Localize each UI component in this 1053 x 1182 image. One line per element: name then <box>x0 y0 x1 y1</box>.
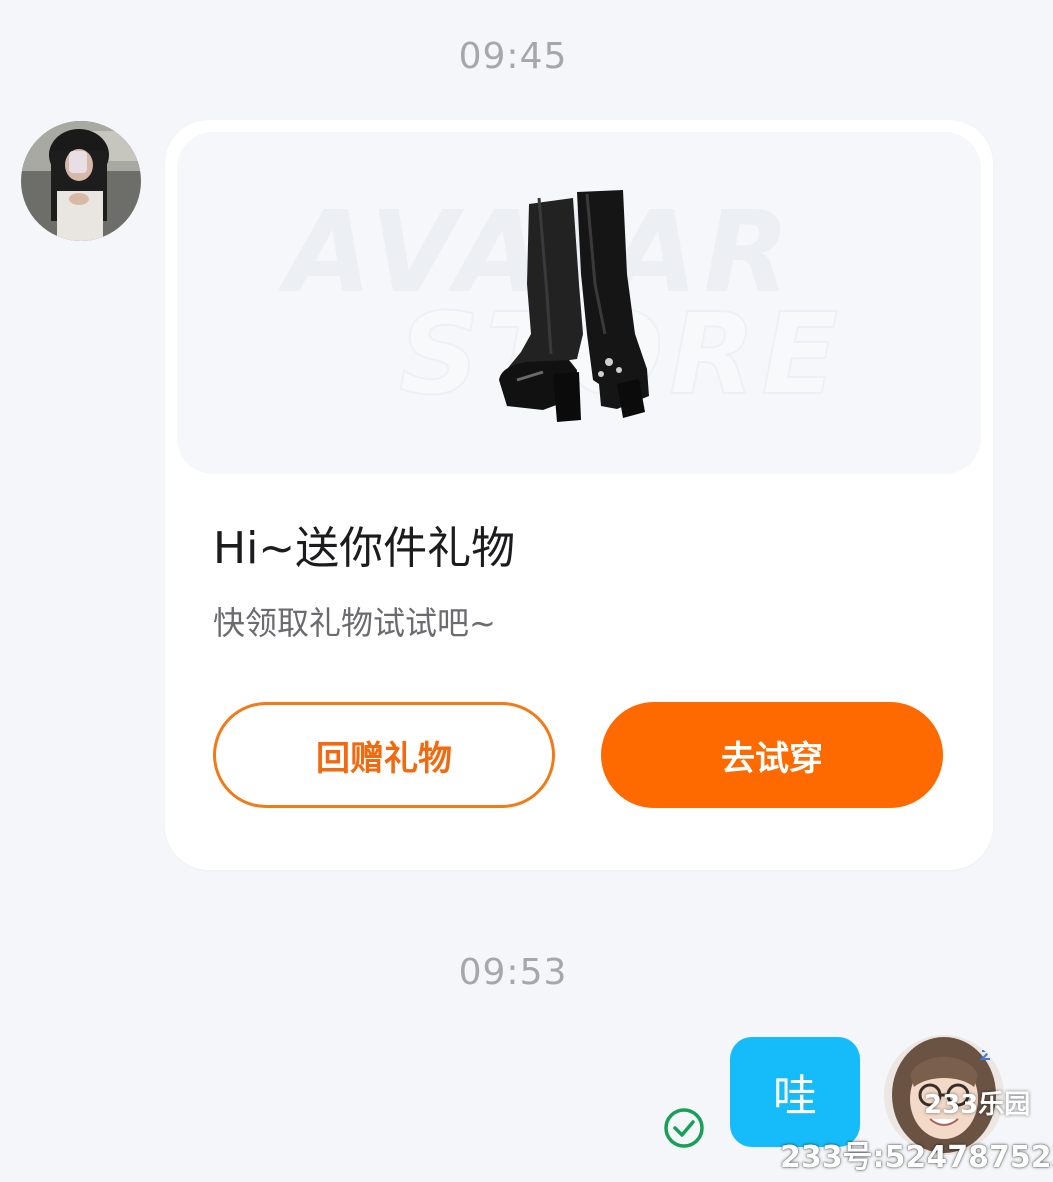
app-watermark-brand: 233乐园 <box>924 1090 1031 1120</box>
gift-title: Hi~送你件礼物 <box>213 523 516 574</box>
reply-message-bubble[interactable]: 哇 <box>730 1037 860 1147</box>
check-circle-icon <box>662 1106 706 1154</box>
app-watermark-id: 233号:524787523 <box>780 1140 1053 1175</box>
reply-message-text: 哇 <box>773 1071 817 1122</box>
return-gift-button[interactable]: 回赠礼物 <box>213 702 555 808</box>
chat-screen: 09:45 AVATAR STORE <box>0 0 1053 1182</box>
message-timestamp: 09:45 <box>458 36 568 77</box>
sender-avatar-image <box>21 121 141 241</box>
boots-image <box>499 190 649 422</box>
gift-subtitle: 快领取礼物试试吧~ <box>213 604 496 642</box>
gift-card[interactable]: AVATAR STORE Hi~送你件礼物 快领取礼物试试吧~ 回赠礼物 去试穿 <box>165 120 993 870</box>
sender-avatar[interactable] <box>21 121 141 241</box>
message-timestamp: 09:53 <box>458 952 568 993</box>
gift-image: AVATAR STORE <box>177 132 981 474</box>
try-on-button[interactable]: 去试穿 <box>601 702 943 808</box>
